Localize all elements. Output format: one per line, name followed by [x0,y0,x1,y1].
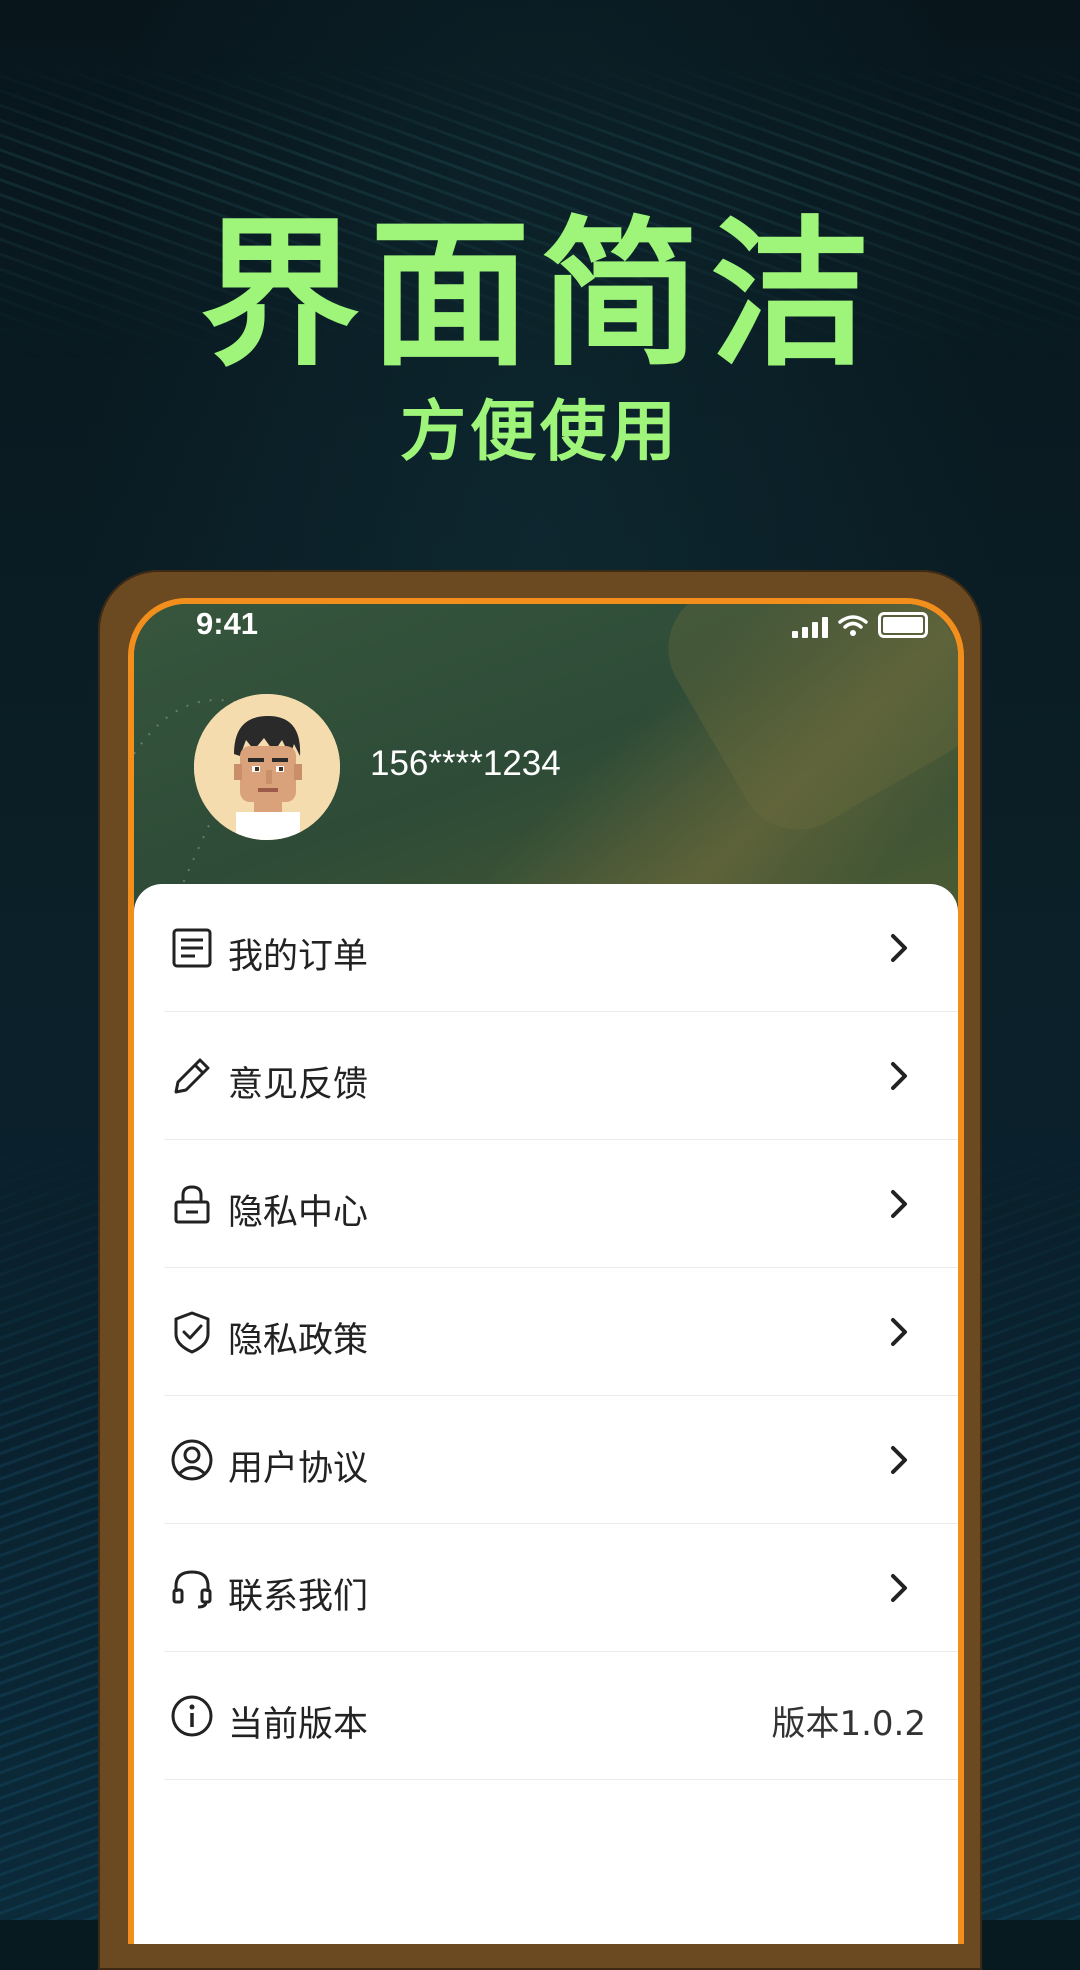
menu-item-feedback[interactable]: 意见反馈 [164,1012,958,1140]
promo-headline: 界面简洁 [199,201,880,388]
menu-item-label: 意见反馈 [228,1065,369,1105]
chevron-right-icon [891,1062,907,1090]
menu-item-label: 隐私中心 [228,1193,369,1233]
chevron-right-icon [891,934,907,962]
cellular-signal-icon [792,616,828,638]
menu-item-current-version: 当前版本 版本1.0.2 [164,1652,958,1780]
menu-item-user-agreement[interactable]: 用户协议 [164,1396,958,1524]
avatar[interactable] [194,694,340,840]
shield-check-icon [174,1311,210,1354]
order-list-icon [172,928,212,968]
menu-item-privacy-center[interactable]: 隐私中心 [164,1140,958,1268]
chevron-right-icon [891,1446,907,1474]
promo-subheadline: 方便使用 [400,393,680,470]
headset-icon [172,1570,212,1609]
pencil-icon [174,1058,210,1094]
chevron-right-icon [891,1190,907,1218]
menu-item-label: 用户协议 [228,1449,369,1489]
user-circle-icon [171,1439,213,1481]
menu-panel: 我的订单 意见反馈 隐私中心 隐私政策 用户协议 联系我们 当前版本 版本1.0… [134,884,958,1944]
menu-item-label: 当前版本 [228,1705,369,1745]
chevron-right-icon [891,1574,907,1602]
status-icons [792,612,928,638]
profile-header: 9:41 156****1234 [134,604,958,904]
status-bar: 9:41 [134,604,958,664]
battery-icon [878,612,928,638]
avatar-face-icon [194,694,340,840]
menu-item-contact-us[interactable]: 联系我们 [164,1524,958,1652]
user-phone-number: 156****1234 [370,744,561,783]
menu-item-privacy-policy[interactable]: 隐私政策 [164,1268,958,1396]
version-value: 版本1.0.2 [771,1704,926,1744]
menu-item-label: 我的订单 [228,937,369,977]
menu-item-orders[interactable]: 我的订单 [164,884,958,1012]
phone-screen: 9:41 156****1234 我的订单 意见反馈 隐私中心 隐私政策 用户协… [128,598,964,1944]
wifi-icon [838,615,868,636]
info-icon [171,1695,213,1737]
menu-item-label: 联系我们 [228,1577,369,1617]
chevron-right-icon [891,1318,907,1346]
lock-icon [174,1185,210,1224]
status-time: 9:41 [196,606,259,641]
menu-item-label: 隐私政策 [228,1321,369,1361]
